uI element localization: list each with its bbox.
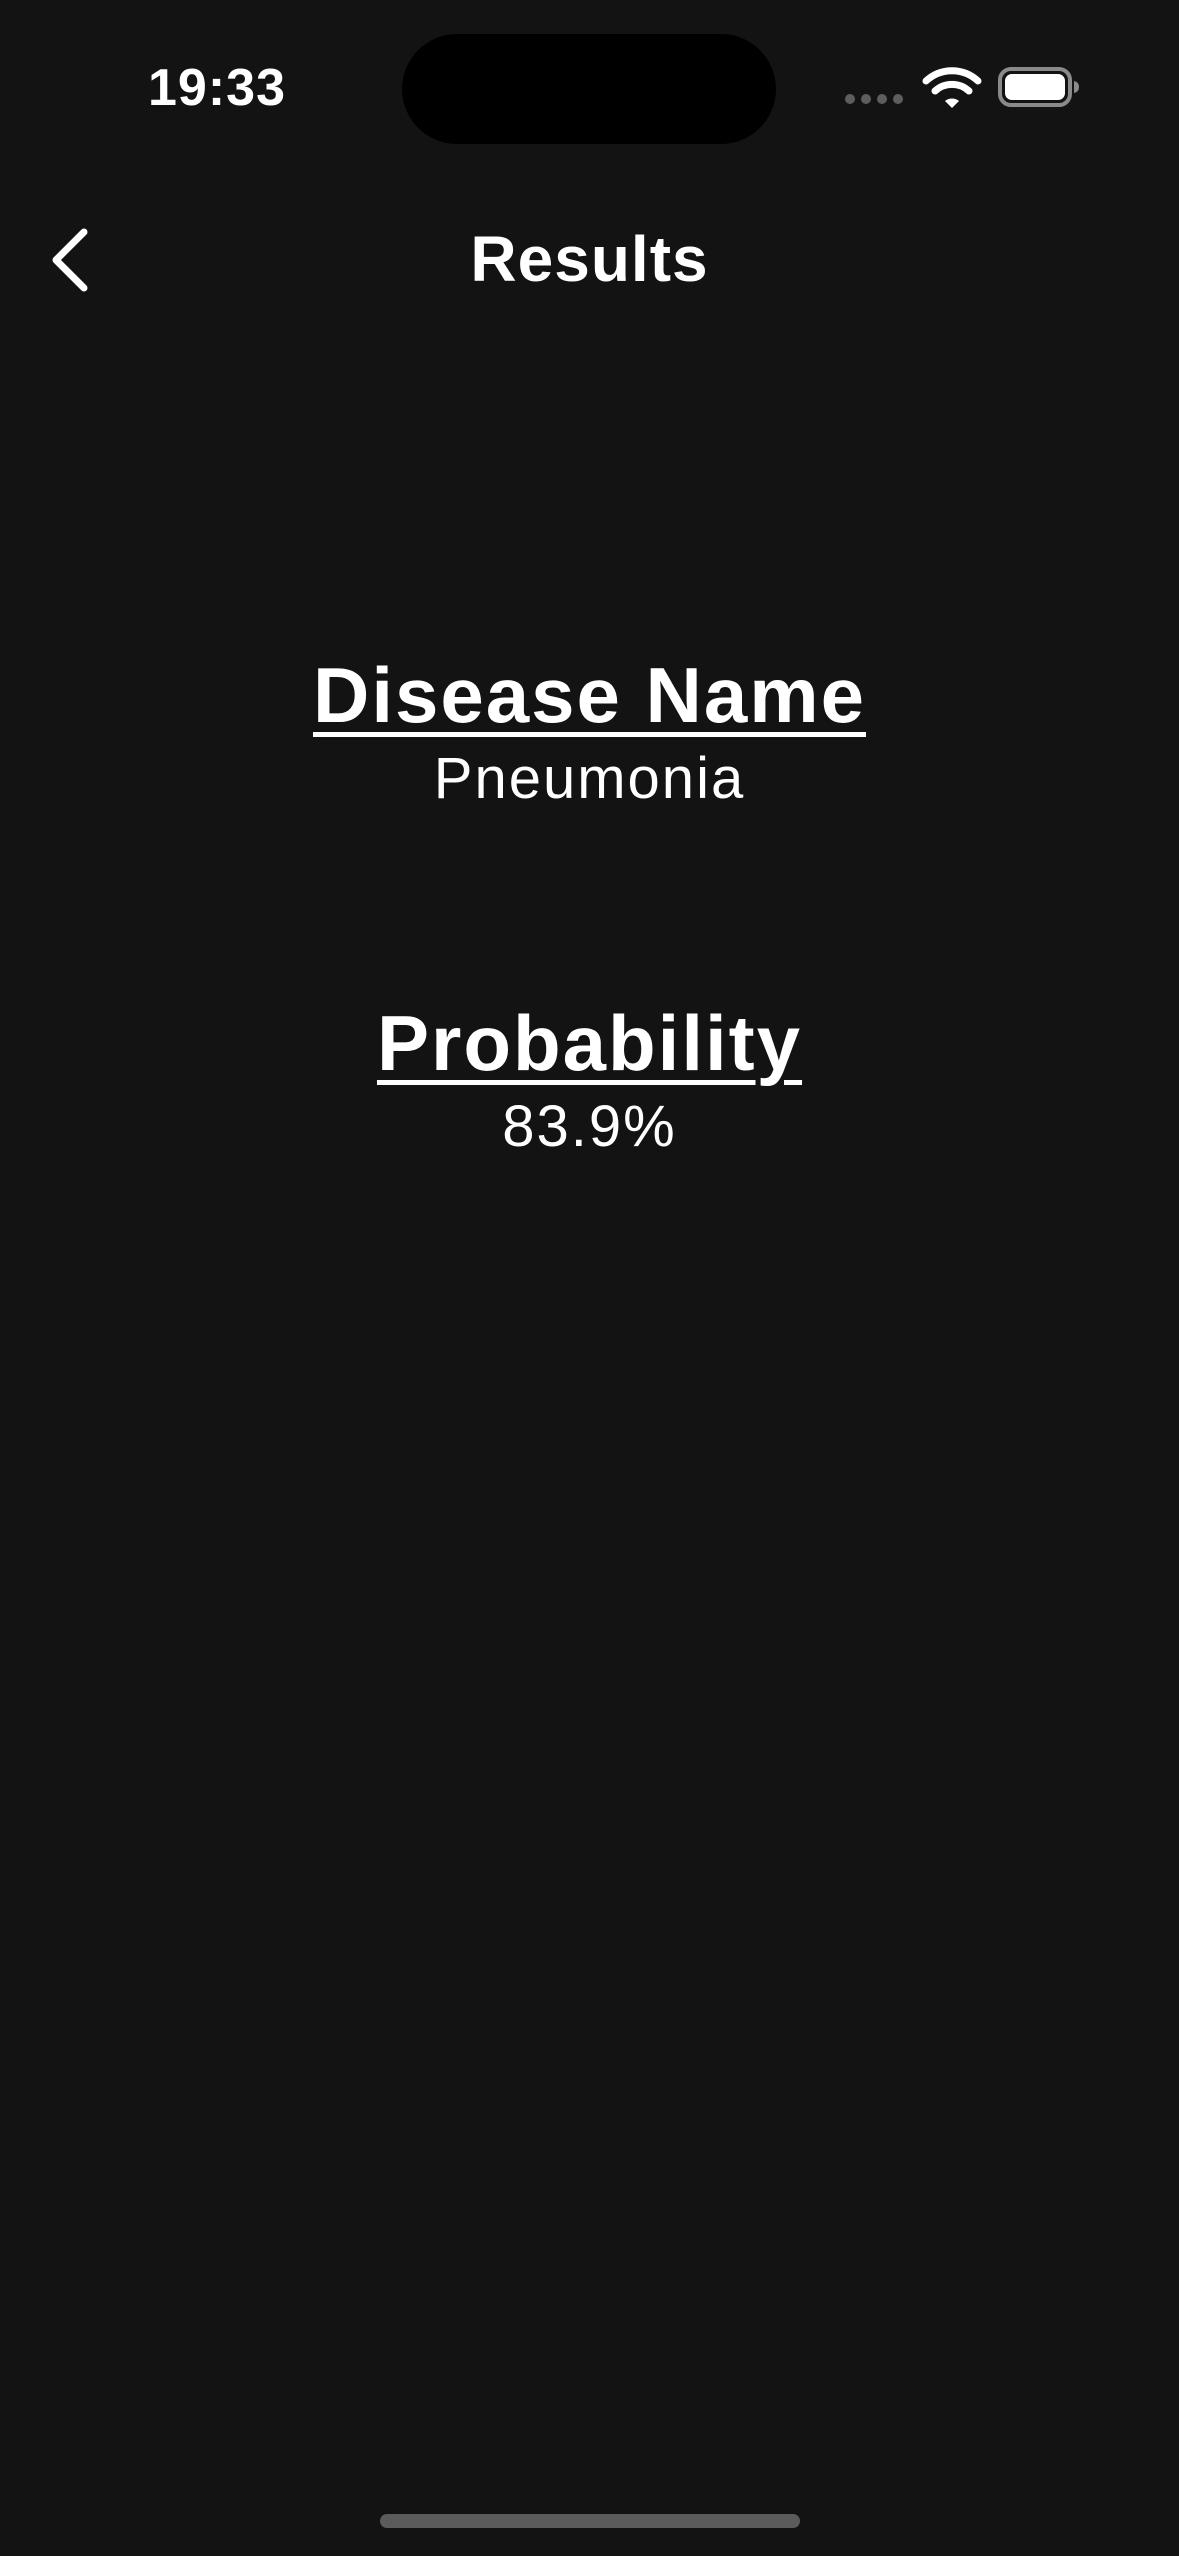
cellular-signal-icon: [845, 94, 905, 106]
status-time: 19:33: [148, 59, 286, 117]
status-bar: 19:33: [0, 0, 1179, 180]
home-indicator[interactable]: [380, 2514, 800, 2528]
disease-name-value: Pneumonia: [433, 746, 746, 811]
probability-value: 83.9%: [502, 1094, 677, 1159]
battery-icon: [998, 66, 1080, 108]
disease-name-heading: Disease Name: [312, 651, 866, 739]
navigation-bar: Results: [0, 200, 1179, 320]
probability-heading: Probability: [376, 999, 803, 1087]
page-title: Results: [470, 223, 709, 295]
dynamic-island: [402, 34, 776, 144]
disease-section: Disease Name Pneumonia: [0, 650, 1179, 812]
probability-section: Probability 83.9%: [0, 998, 1179, 1160]
wifi-icon: [922, 66, 982, 110]
